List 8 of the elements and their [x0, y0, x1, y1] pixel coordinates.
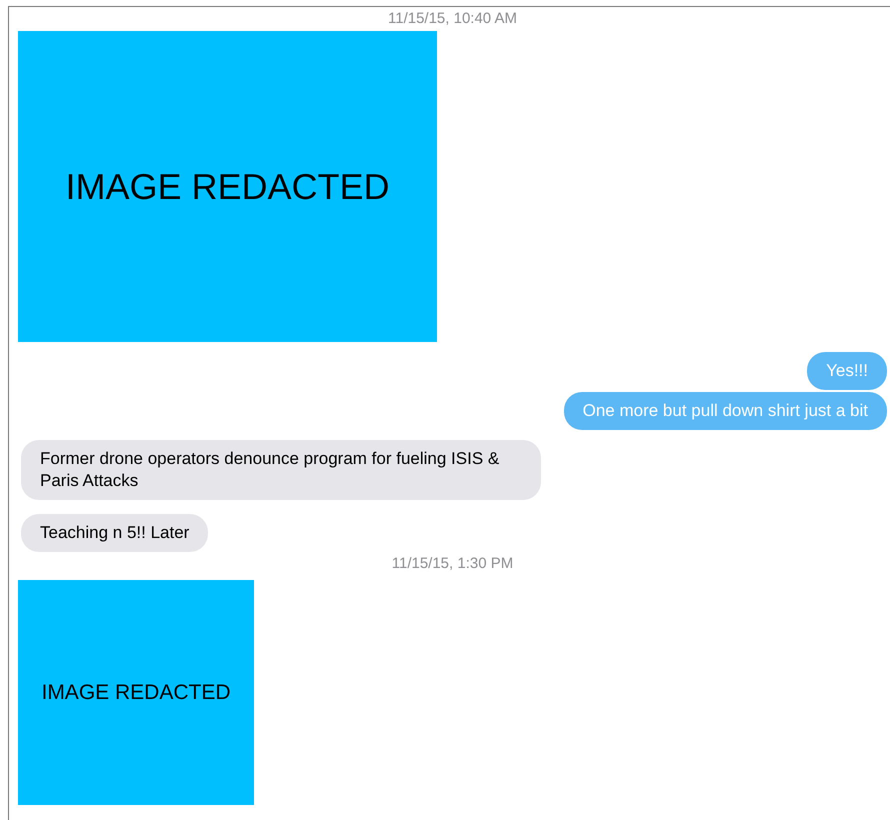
sent-message: One more but pull down shirt just a bit: [564, 392, 887, 430]
timestamp: 11/15/15, 1:30 PM: [392, 555, 514, 573]
image-caption: IMAGE REDACTED: [41, 680, 231, 706]
received-message: Teaching n 5!! Later: [21, 514, 208, 552]
received-message: Former drone operators denounce program for fueling ISIS & Paris Attacks: [21, 440, 541, 500]
timestamp: 11/15/15, 10:40 AM: [388, 10, 517, 28]
image-caption: IMAGE REDACTED: [65, 164, 390, 208]
sent-message: Yes!!!: [807, 352, 887, 390]
